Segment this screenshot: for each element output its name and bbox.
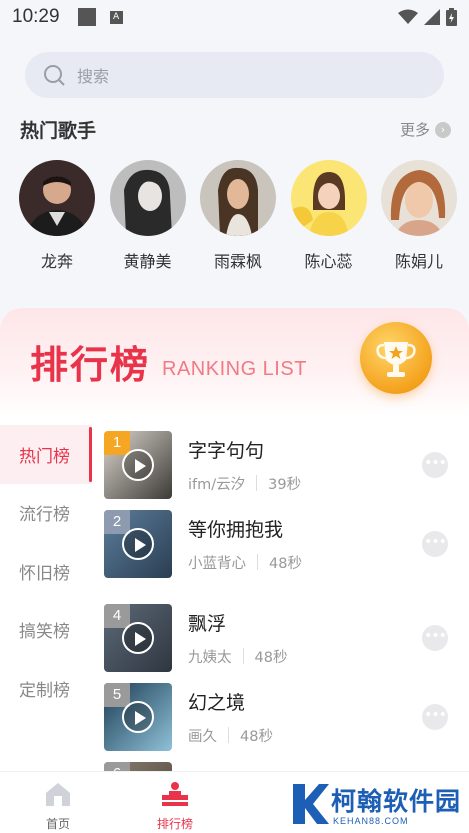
nav-home-label: 首页 — [45, 817, 70, 831]
chevron-right-icon: › — [435, 121, 451, 138]
watermark-logo: 柯翰软件园 KEHAN88.COM — [287, 780, 465, 830]
nav-ranking[interactable]: 排行榜 — [145, 780, 205, 832]
song-artist: 画久 — [188, 728, 217, 745]
nav-home[interactable]: 首页 — [28, 780, 88, 832]
play-icon[interactable] — [122, 700, 154, 733]
tab-custom[interactable]: 定制榜 — [0, 659, 92, 718]
tab-funny[interactable]: 搞笑榜 — [0, 601, 92, 660]
battery-icon — [446, 8, 457, 26]
notification-badge-icon: A — [109, 10, 123, 24]
singer-item[interactable]: 陈娟儿 — [380, 160, 458, 272]
tab-oldies[interactable]: 怀旧榜 — [0, 542, 92, 601]
song-cover: 5 — [104, 682, 172, 751]
avatar — [381, 160, 457, 236]
search-bar[interactable]: 搜索 — [25, 52, 444, 98]
song-duration: 48秒 — [254, 649, 288, 666]
avatar — [290, 160, 367, 236]
singer-item[interactable]: 龙奔 — [18, 160, 96, 272]
divider — [242, 648, 244, 664]
singer-item[interactable]: 陈心蕊 — [290, 160, 368, 272]
wifi-icon — [398, 9, 418, 24]
song-cover: 4 — [104, 603, 172, 672]
song-artist: 小蓝背心 — [188, 555, 246, 572]
notification-icon — [77, 8, 96, 26]
singer-name: 陈娟儿 — [394, 252, 443, 271]
more-label: 更多 — [399, 121, 430, 139]
ranking-title: 排行榜 — [30, 343, 151, 387]
list-item[interactable]: 5 幻之境 画久 48秒 ••• — [104, 677, 456, 756]
rank-badge: 2 — [104, 509, 130, 534]
song-duration: 48秒 — [240, 728, 273, 745]
hot-singers-title: 热门歌手 — [20, 120, 97, 142]
singer-item[interactable]: 雨霖枫 — [199, 160, 277, 272]
more-options-icon[interactable]: ••• — [422, 452, 448, 478]
signal-icon — [424, 9, 440, 25]
play-icon[interactable] — [122, 448, 154, 481]
watermark-k-icon — [293, 784, 329, 824]
home-icon — [46, 783, 70, 806]
play-icon[interactable] — [122, 527, 154, 560]
song-cover: 2 — [104, 509, 172, 578]
list-item[interactable]: 2 等你拥抱我 小蓝背心 48秒 ••• — [104, 504, 456, 583]
singer-name: 龙奔 — [40, 252, 73, 271]
song-title: 字字句句 — [188, 439, 265, 462]
divider — [257, 554, 258, 570]
more-options-icon[interactable]: ••• — [422, 704, 448, 730]
song-artist: ifm/云汐 — [188, 476, 246, 493]
list-item[interactable]: 4 飘浮 九姨太 48秒 ••• — [104, 598, 456, 677]
play-icon[interactable] — [122, 621, 154, 654]
more-options-icon[interactable]: ••• — [422, 625, 448, 651]
more-options-icon[interactable]: ••• — [422, 531, 448, 557]
search-icon — [44, 65, 65, 86]
rank-badge: 1 — [104, 430, 130, 455]
search-placeholder: 搜索 — [77, 67, 110, 86]
divider — [228, 727, 229, 743]
song-duration: 48秒 — [269, 555, 302, 572]
song-cover: 1 — [104, 430, 172, 499]
watermark-text: 柯翰软件园 — [331, 787, 462, 816]
song-duration: 39秒 — [268, 476, 302, 493]
ranking-subtitle: RANKING LIST — [162, 358, 307, 380]
rank-badge: 4 — [104, 603, 130, 628]
rank-badge: 5 — [104, 682, 130, 707]
nav-ranking-label: 排行榜 — [156, 817, 193, 831]
avatar — [200, 160, 276, 236]
singer-name: 黄静美 — [123, 252, 172, 271]
more-button[interactable]: 更多 › — [400, 119, 451, 140]
trophy-icon — [360, 322, 432, 394]
divider — [256, 475, 258, 491]
list-item[interactable]: 1 字字句句 ifm/云汐 39秒 ••• — [104, 425, 456, 504]
song-title: 幻之境 — [188, 691, 246, 714]
ranking-panel: 排行榜 RANKING LIST 热门榜 流行榜 怀旧榜 搞笑榜 定制榜 1 字… — [0, 308, 469, 833]
tab-pop[interactable]: 流行榜 — [0, 484, 92, 543]
singer-name: 陈心蕊 — [304, 252, 353, 271]
watermark-subtext: KEHAN88.COM — [333, 816, 409, 826]
singer-name: 雨霖枫 — [213, 252, 262, 271]
ranking-icon — [162, 782, 188, 806]
ranking-tabs: 热门榜 流行榜 怀旧榜 搞笑榜 定制榜 — [0, 425, 92, 718]
avatar — [109, 160, 186, 236]
tab-hot[interactable]: 热门榜 — [0, 425, 92, 484]
song-artist: 九姨太 — [188, 649, 232, 666]
status-time: 10:29 — [12, 6, 60, 27]
singer-item[interactable]: 黄静美 — [109, 160, 187, 272]
status-bar: 10:29 A — [0, 0, 469, 34]
singer-list: 龙奔 黄静美 雨霖枫 陈心蕊 陈娟儿 — [18, 160, 458, 272]
song-title: 飘浮 — [188, 612, 227, 635]
ranking-header: 排行榜 RANKING LIST — [0, 308, 469, 418]
song-title: 等你拥抱我 — [188, 518, 284, 541]
avatar — [19, 160, 95, 236]
